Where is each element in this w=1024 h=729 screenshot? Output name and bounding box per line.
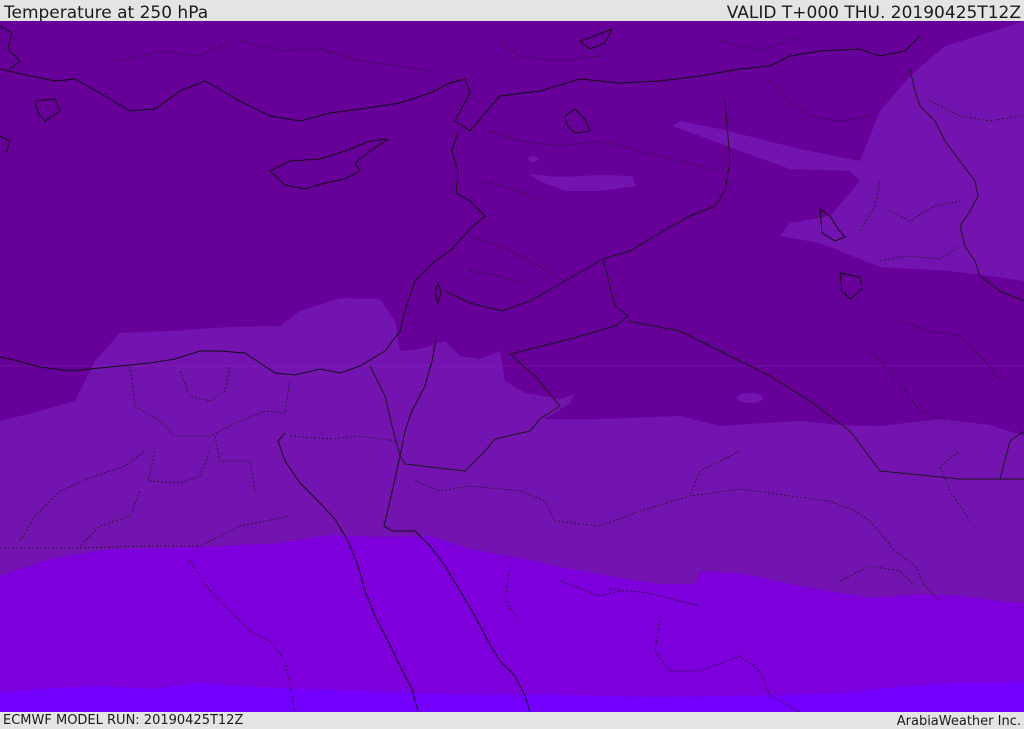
weather-map[interactable]: [0, 21, 1024, 712]
credit-label: ArabiaWeather Inc.: [896, 714, 1021, 729]
map-canvas: [0, 21, 1024, 712]
header-bar: Temperature at 250 hPa VALID T+000 THU. …: [0, 0, 1024, 23]
model-run-label: ECMWF MODEL RUN: 20190425T12Z: [3, 713, 244, 728]
band-cold-patch-2: [737, 393, 763, 403]
band-cold-patch-3: [528, 156, 538, 162]
footer-bar: ECMWF MODEL RUN: 20190425T12Z ArabiaWeat…: [0, 712, 1024, 729]
